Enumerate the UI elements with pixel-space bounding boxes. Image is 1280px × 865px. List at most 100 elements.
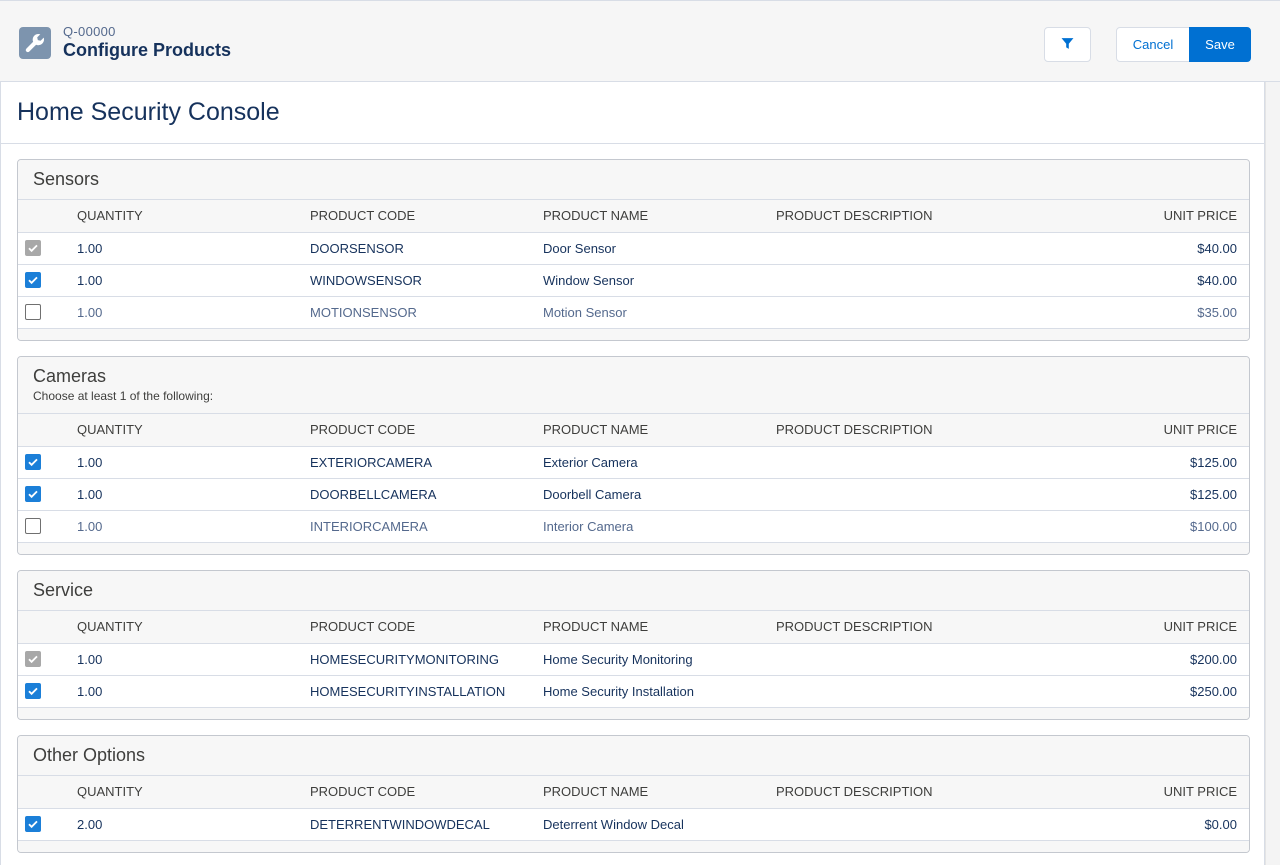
column-header: PRODUCT CODE bbox=[310, 776, 543, 809]
group-header: Cameras Choose at least 1 of the followin… bbox=[18, 357, 1249, 414]
unit-price-cell: $200.00 bbox=[1076, 643, 1249, 676]
group-header: Other Options bbox=[18, 736, 1249, 776]
select-checkbox[interactable] bbox=[25, 816, 41, 833]
product-code-cell: DOORBELLCAMERA bbox=[310, 478, 543, 511]
product-code-cell: INTERIORCAMERA bbox=[310, 510, 543, 543]
table-row[interactable]: 1.00 INTERIORCAMERA Interior Camera $100.00 bbox=[18, 510, 1249, 543]
group-footer bbox=[18, 328, 1249, 340]
table-row[interactable]: 1.00 DOORSENSOR Door Sensor $40.00 bbox=[18, 232, 1249, 265]
group-footer bbox=[18, 707, 1249, 719]
table-header-row: QUANTITY PRODUCT CODE PRODUCT NAME PRODUCT … bbox=[18, 414, 1249, 447]
table-row[interactable]: 1.00 MOTIONSENSOR Motion Sensor $35.00 bbox=[18, 296, 1249, 329]
select-checkbox[interactable] bbox=[25, 304, 41, 321]
product-code-cell: DOORSENSOR bbox=[310, 232, 543, 265]
column-header: UNIT PRICE bbox=[1076, 200, 1249, 233]
column-header: PRODUCT CODE bbox=[310, 200, 543, 233]
unit-price-cell: $40.00 bbox=[1076, 264, 1249, 297]
column-header: PRODUCT DESCRIPTION bbox=[776, 200, 1076, 233]
checkmark-icon bbox=[28, 277, 38, 285]
product-name-cell: Exterior Camera bbox=[543, 446, 776, 479]
product-name-cell: Doorbell Camera bbox=[543, 478, 776, 511]
group-footer bbox=[18, 542, 1249, 554]
group-description: Choose at least 1 of the following: bbox=[33, 389, 214, 403]
table-row[interactable]: 1.00 DOORBELLCAMERA Doorbell Camera $125.00 bbox=[18, 478, 1249, 511]
column-header: PRODUCT NAME bbox=[543, 414, 776, 447]
table-header-row: QUANTITY PRODUCT CODE PRODUCT NAME PRODUCT … bbox=[18, 611, 1249, 644]
save-button[interactable]: Save bbox=[1189, 27, 1251, 62]
column-header: PRODUCT DESCRIPTION bbox=[776, 611, 1076, 644]
unit-price-cell: $35.00 bbox=[1076, 296, 1249, 329]
product-code-cell: DETERRENTWINDOWDECAL bbox=[310, 808, 543, 841]
column-header bbox=[18, 414, 77, 447]
column-header: QUANTITY bbox=[77, 611, 310, 644]
product-name-cell: Door Sensor bbox=[543, 232, 776, 265]
column-header: PRODUCT NAME bbox=[543, 200, 776, 233]
product-description-cell bbox=[776, 296, 1076, 329]
table-row[interactable]: 2.00 DETERRENTWINDOWDECAL Deterrent Window… bbox=[18, 808, 1249, 841]
quantity-cell: 1.00 bbox=[77, 446, 310, 479]
unit-price-cell: $0.00 bbox=[1076, 808, 1249, 841]
product-description-cell bbox=[776, 478, 1076, 511]
scrollbar[interactable] bbox=[1265, 82, 1280, 865]
product-name-cell: Window Sensor bbox=[543, 264, 776, 297]
checkmark-icon bbox=[28, 491, 38, 499]
column-header: UNIT PRICE bbox=[1076, 776, 1249, 809]
select-checkbox[interactable] bbox=[25, 486, 41, 503]
group-header: Sensors bbox=[18, 160, 1249, 200]
table-header-row: QUANTITY PRODUCT CODE PRODUCT NAME PRODUCT … bbox=[18, 776, 1249, 809]
product-name-cell: Deterrent Window Decal bbox=[543, 808, 776, 841]
wrench-icon bbox=[19, 27, 51, 59]
quantity-cell: 1.00 bbox=[77, 510, 310, 543]
column-header: QUANTITY bbox=[77, 414, 310, 447]
table-row[interactable]: 1.00 HOMESECURITYMONITORING Home Security … bbox=[18, 643, 1249, 676]
record-number: Q-00000 bbox=[63, 24, 116, 39]
product-name-cell: Motion Sensor bbox=[543, 296, 776, 329]
product-code-cell: HOMESECURITYINSTALLATION bbox=[310, 675, 543, 708]
quantity-cell: 1.00 bbox=[77, 643, 310, 676]
unit-price-cell: $125.00 bbox=[1076, 446, 1249, 479]
checkmark-icon bbox=[28, 459, 38, 467]
quantity-cell: 1.00 bbox=[77, 296, 310, 329]
select-checkbox bbox=[25, 240, 41, 257]
table-row[interactable]: 1.00 WINDOWSENSOR Window Sensor $40.00 bbox=[18, 264, 1249, 297]
main-content: Home Security Console Sensors QUANTITY PRO… bbox=[0, 82, 1265, 865]
product-name-cell: Home Security Monitoring bbox=[543, 643, 776, 676]
products-table: QUANTITY PRODUCT CODE PRODUCT NAME PRODUCT … bbox=[18, 611, 1249, 708]
column-header: QUANTITY bbox=[77, 776, 310, 809]
product-description-cell bbox=[776, 264, 1076, 297]
product-group-other-options: Other Options QUANTITY PRODUCT CODE PRODUCT… bbox=[17, 735, 1250, 853]
select-checkbox[interactable] bbox=[25, 683, 41, 700]
unit-price-cell: $100.00 bbox=[1076, 510, 1249, 543]
quantity-cell: 2.00 bbox=[77, 808, 310, 841]
page-header: Q-00000 Configure Products Cancel Save bbox=[0, 0, 1280, 82]
quantity-cell: 1.00 bbox=[77, 232, 310, 265]
product-code-cell: EXTERIORCAMERA bbox=[310, 446, 543, 479]
table-row[interactable]: 1.00 HOMESECURITYINSTALLATION Home Securit… bbox=[18, 675, 1249, 708]
column-header bbox=[18, 200, 77, 233]
product-group-sensors: Sensors QUANTITY PRODUCT CODE PRODUCT NAME P… bbox=[17, 159, 1250, 341]
products-table: QUANTITY PRODUCT CODE PRODUCT NAME PRODUCT … bbox=[18, 414, 1249, 543]
filter-button[interactable] bbox=[1044, 27, 1091, 62]
product-description-cell bbox=[776, 643, 1076, 676]
cancel-button[interactable]: Cancel bbox=[1116, 27, 1190, 62]
group-footer bbox=[18, 840, 1249, 852]
select-checkbox[interactable] bbox=[25, 518, 41, 535]
select-checkbox[interactable] bbox=[25, 454, 41, 471]
column-header: PRODUCT NAME bbox=[543, 611, 776, 644]
quantity-cell: 1.00 bbox=[77, 675, 310, 708]
product-group-cameras: Cameras Choose at least 1 of the followin… bbox=[17, 356, 1250, 555]
product-group-service: Service QUANTITY PRODUCT CODE PRODUCT NAME P… bbox=[17, 570, 1250, 720]
select-checkbox[interactable] bbox=[25, 272, 41, 289]
table-header-row: QUANTITY PRODUCT CODE PRODUCT NAME PRODUCT … bbox=[18, 200, 1249, 233]
product-description-cell bbox=[776, 510, 1076, 543]
checkmark-icon bbox=[28, 821, 38, 829]
products-table: QUANTITY PRODUCT CODE PRODUCT NAME PRODUCT … bbox=[18, 200, 1249, 329]
checkmark-icon bbox=[28, 656, 38, 664]
quantity-cell: 1.00 bbox=[77, 264, 310, 297]
table-row[interactable]: 1.00 EXTERIORCAMERA Exterior Camera $125.00 bbox=[18, 446, 1249, 479]
group-title: Cameras bbox=[33, 366, 107, 386]
column-header: PRODUCT NAME bbox=[543, 776, 776, 809]
column-header: PRODUCT DESCRIPTION bbox=[776, 776, 1076, 809]
unit-price-cell: $125.00 bbox=[1076, 478, 1249, 511]
product-code-cell: MOTIONSENSOR bbox=[310, 296, 543, 329]
